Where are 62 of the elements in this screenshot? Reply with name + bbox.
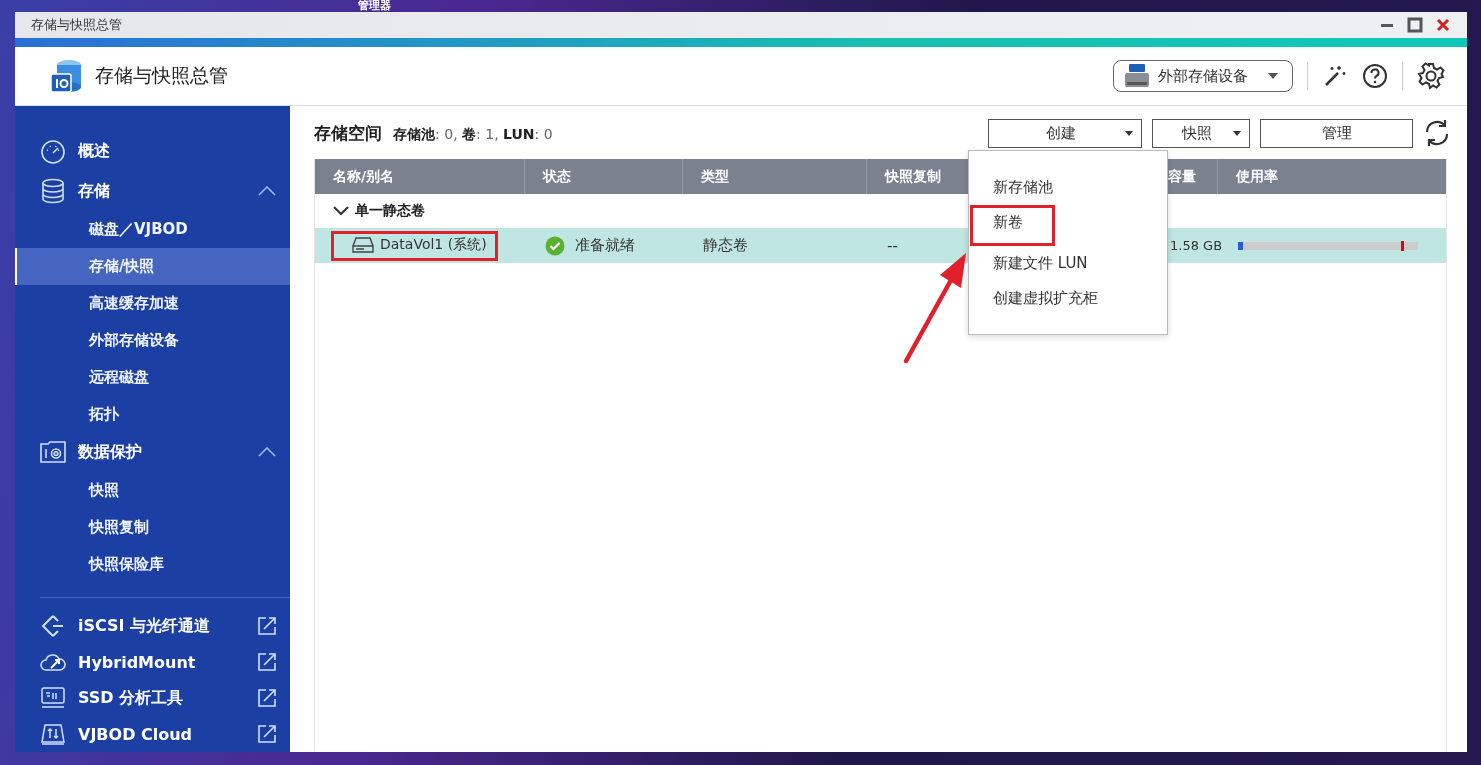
sidebar-item[interactable]: 存储 [15, 171, 290, 211]
desktop-title: 管理器 [358, 0, 391, 12]
section-title: 存储空间 [314, 122, 382, 143]
sidebar-subitem[interactable]: 远程磁盘 [15, 358, 290, 396]
gauge-icon [40, 138, 66, 165]
column-header[interactable]: 使用率 [1218, 159, 1446, 194]
drive-icon [352, 236, 374, 253]
close-icon[interactable] [1435, 17, 1451, 33]
help-icon[interactable] [1362, 63, 1388, 89]
sidebar-subitem[interactable]: 拓扑 [15, 395, 290, 433]
ssd-icon [40, 687, 66, 709]
sidebar-item[interactable]: 概述 [15, 132, 290, 172]
summary-text: 存储池: 0, 卷: 1, LUN: 0 [393, 125, 553, 142]
sidebar-item[interactable]: 数据保护 [15, 432, 290, 473]
sidebar-subitem[interactable]: 快照复制 [15, 509, 290, 547]
connector-icon [40, 613, 66, 639]
sidebar-link[interactable]: iSCSI 与光纤通道 [15, 608, 290, 644]
toolbar-button[interactable]: 管理 [1260, 118, 1413, 148]
camera-folder-icon [40, 440, 66, 465]
collapse-icon[interactable] [258, 447, 276, 458]
menu-item[interactable]: 新卷 [970, 205, 1055, 246]
sidebar-link[interactable]: VJBOD Cloud [15, 716, 290, 752]
enclosure-icon [40, 723, 66, 745]
external-link-icon [258, 617, 276, 635]
sidebar-subitem[interactable]: 外部存储设备 [15, 321, 290, 359]
table-cell: 1.58 GB [1170, 238, 1223, 253]
sidebar-subitem[interactable]: 快照 [15, 472, 290, 510]
database-icon [40, 178, 66, 204]
external-link-icon [258, 725, 276, 743]
check-circle-icon [545, 235, 565, 256]
table-cell: 准备就绪 [575, 236, 635, 255]
caret-icon [1268, 73, 1278, 79]
menu-item[interactable]: 创建虚拟扩充柜 [969, 281, 1167, 316]
sidebar-subitem[interactable]: 磁盘／VJBOD [15, 210, 290, 248]
sidebar-subitem[interactable]: 存储/快照 [15, 247, 290, 285]
settings-icon[interactable] [1417, 62, 1445, 90]
raid-drive-icon [1124, 64, 1150, 88]
sidebar-subitem[interactable]: 快照保险库 [15, 546, 290, 584]
refresh-icon[interactable] [1423, 118, 1451, 148]
dropdown-button[interactable]: 创建 [988, 118, 1142, 148]
collapse-icon[interactable] [258, 186, 276, 196]
device-selector[interactable]: 外部存储设备 [1113, 60, 1293, 92]
dropdown-button[interactable]: 快照 [1152, 118, 1250, 148]
cloud-icon [40, 651, 66, 673]
window-title: 存储与快照总管 [31, 16, 122, 34]
column-header[interactable]: 类型 [683, 159, 867, 194]
maximize-icon[interactable] [1407, 17, 1423, 33]
column-header[interactable]: 名称/别名 [315, 159, 525, 194]
external-link-icon [258, 653, 276, 671]
sidebar-link[interactable]: SSD 分析工具 [15, 680, 290, 716]
external-link-icon [258, 689, 276, 707]
sidebar-link[interactable]: HybridMount [15, 644, 290, 680]
chevron-down-icon [333, 206, 349, 216]
table-cell: 静态卷 [703, 236, 748, 255]
caret-icon [1233, 130, 1241, 136]
group-row[interactable]: 单一静态卷 [315, 194, 431, 228]
table-cell: DataVol1 (系统) [331, 230, 498, 261]
sidebar-subitem[interactable]: 高速缓存加速 [15, 284, 290, 322]
column-header[interactable]: 状态 [525, 159, 683, 194]
table-cell: -- [887, 236, 898, 255]
caret-icon [1125, 130, 1133, 136]
app-title: 存储与快照总管 [95, 63, 228, 88]
